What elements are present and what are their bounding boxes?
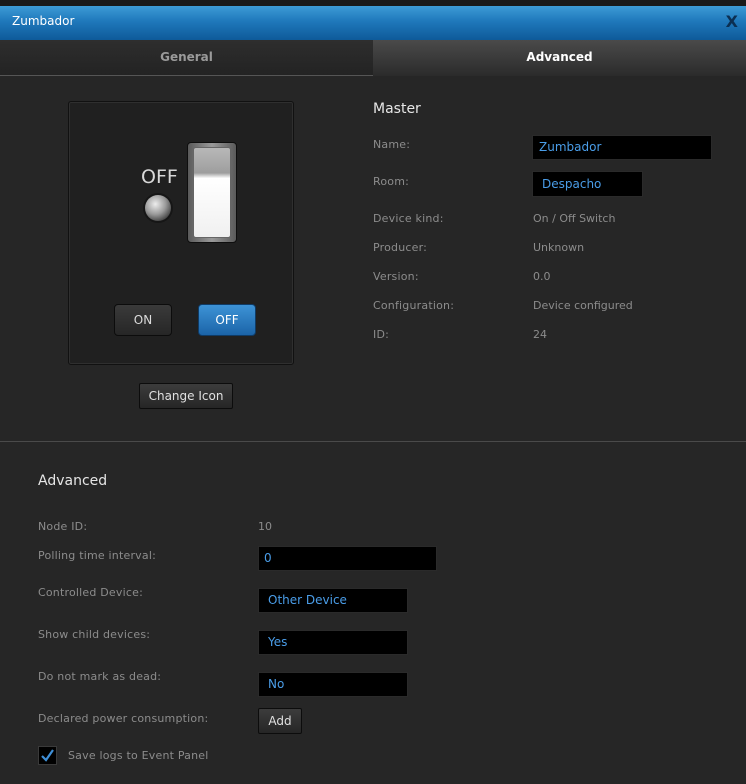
indicator-light-icon [145, 195, 171, 221]
id-label: ID: [373, 328, 390, 341]
device-kind-label: Device kind: [373, 212, 444, 225]
version-value: 0.0 [533, 270, 551, 283]
switch-state-label: OFF [141, 166, 178, 188]
configuration-label: Configuration: [373, 299, 455, 312]
tab-general[interactable]: General [0, 40, 373, 76]
section-divider [0, 441, 746, 442]
name-field[interactable]: Zumbador [532, 135, 712, 160]
toggle-switch-paddle [193, 147, 231, 238]
power-consumption-label: Declared power consumption: [38, 712, 209, 725]
not-dead-select[interactable]: No [258, 672, 408, 697]
show-child-label: Show child devices: [38, 628, 151, 641]
name-label: Name: [373, 138, 411, 151]
version-label: Version: [373, 270, 419, 283]
controlled-device-label: Controlled Device: [38, 586, 143, 599]
advanced-section-title: Advanced [38, 473, 108, 489]
add-power-button[interactable]: Add [258, 708, 302, 734]
on-button[interactable]: ON [114, 304, 172, 336]
not-dead-label: Do not mark as dead: [38, 670, 162, 683]
node-id-label: Node ID: [38, 520, 88, 533]
room-select[interactable]: Despacho [532, 171, 643, 197]
show-child-select[interactable]: Yes [258, 630, 408, 655]
producer-label: Producer: [373, 241, 428, 254]
id-value: 24 [533, 328, 547, 341]
producer-value: Unknown [533, 241, 585, 254]
save-logs-label: Save logs to Event Panel [68, 749, 209, 762]
window-title: Zumbador [12, 14, 75, 28]
room-label: Room: [373, 175, 410, 188]
tab-advanced[interactable]: Advanced [373, 40, 746, 76]
master-section-title: Master [373, 101, 421, 117]
polling-label: Polling time interval: [38, 549, 156, 562]
configuration-value: Device configured [533, 299, 633, 312]
change-icon-button[interactable]: Change Icon [139, 383, 233, 409]
toggle-switch-icon [187, 142, 237, 243]
save-logs-checkbox[interactable] [38, 746, 57, 765]
polling-interval-field[interactable]: 0 [258, 546, 437, 571]
device-kind-value: On / Off Switch [533, 212, 616, 225]
controlled-device-select[interactable]: Other Device [258, 588, 408, 613]
tab-bar: General Advanced [0, 40, 746, 76]
off-button[interactable]: OFF [198, 304, 256, 336]
title-bar: Zumbador X [0, 0, 746, 40]
close-icon[interactable]: X [726, 12, 738, 31]
device-icon-panel: OFF ON OFF [68, 101, 294, 365]
checkmark-icon [41, 749, 54, 762]
node-id-value: 10 [258, 520, 272, 533]
